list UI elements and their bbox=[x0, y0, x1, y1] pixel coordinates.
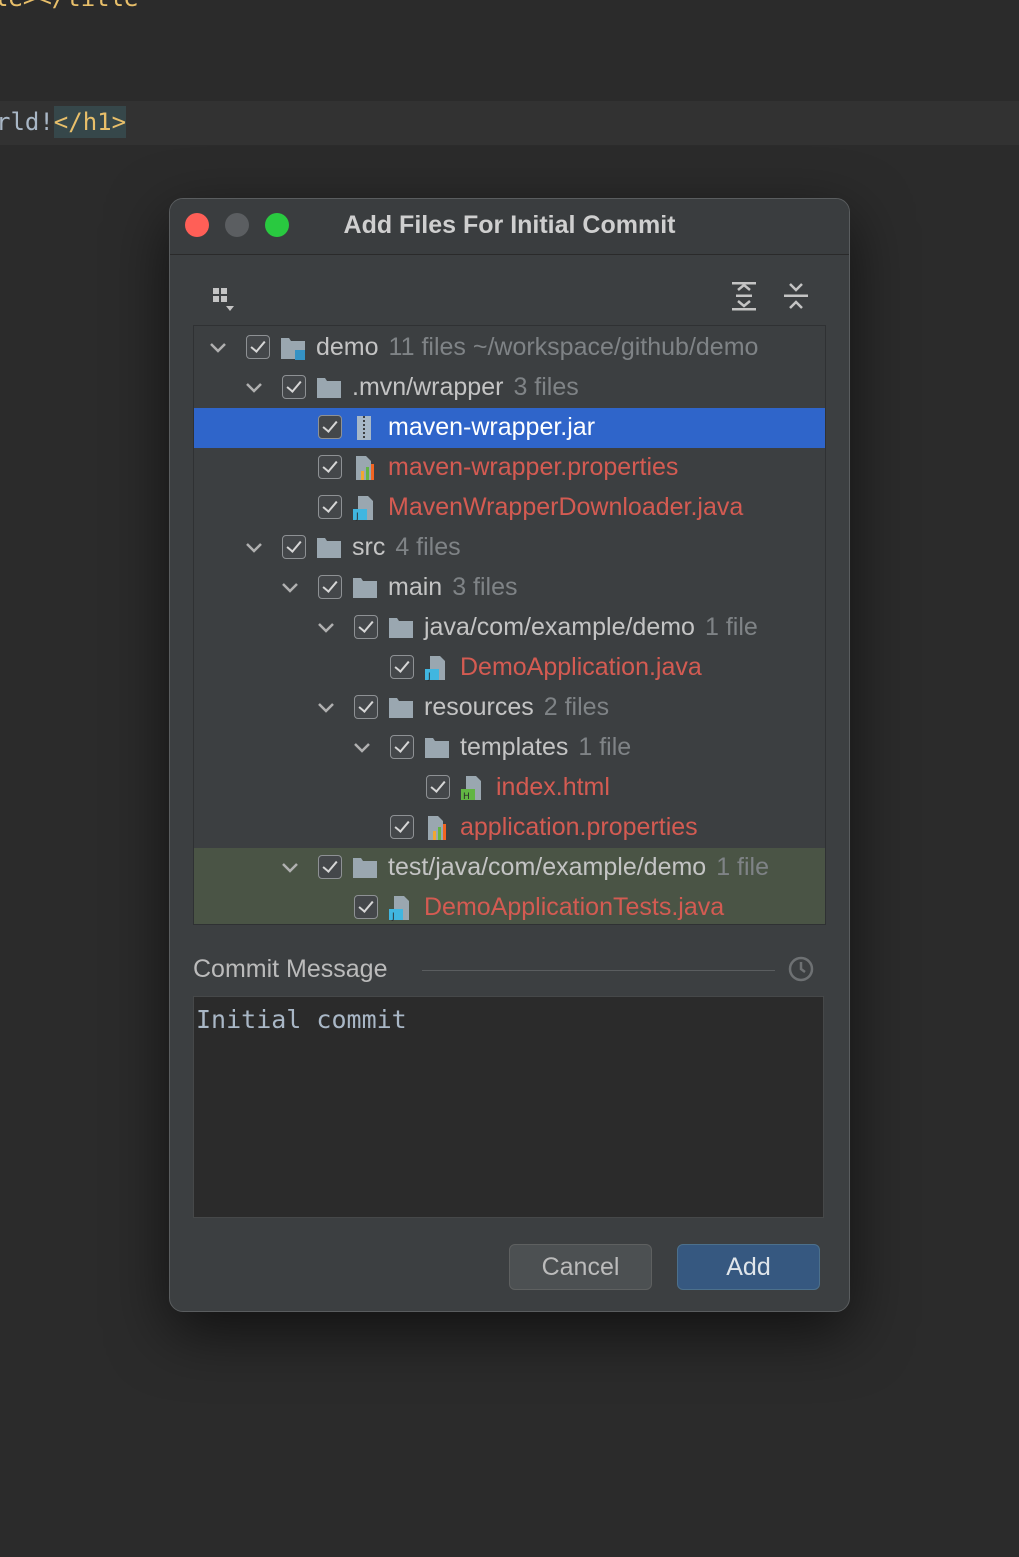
tree-row-src[interactable]: src 4 files bbox=[194, 528, 825, 568]
editor-current-line bbox=[0, 101, 1019, 145]
html-file-icon: H bbox=[461, 776, 481, 801]
tree-item-name: application.properties bbox=[460, 813, 698, 841]
java-file-icon: J bbox=[425, 656, 445, 681]
properties-file-icon bbox=[356, 456, 374, 480]
tree-item-meta: 3 files bbox=[452, 573, 518, 601]
chevron-down-icon[interactable] bbox=[206, 336, 230, 360]
tree-item-name: index.html bbox=[496, 773, 610, 801]
editor-text: rld! bbox=[0, 108, 54, 136]
folder-icon bbox=[425, 738, 449, 758]
chevron-down-icon[interactable] bbox=[278, 856, 302, 880]
separator bbox=[422, 970, 775, 971]
tree-row-test-package[interactable]: test/java/com/example/demo 1 file bbox=[194, 848, 825, 888]
folder-icon bbox=[317, 538, 341, 558]
checkbox[interactable] bbox=[282, 375, 306, 399]
tree-row-demo[interactable]: demo 11 files ~/workspace/github/demo bbox=[194, 328, 825, 368]
checkbox[interactable] bbox=[318, 575, 342, 599]
add-files-dialog: Add Files For Initial Commit demo 11 fil… bbox=[169, 198, 850, 1312]
tree-item-name: templates bbox=[460, 733, 569, 761]
properties-file-icon bbox=[428, 816, 446, 840]
tree-item-name: demo bbox=[316, 333, 379, 361]
java-file-icon: J bbox=[389, 896, 409, 921]
checkbox[interactable] bbox=[390, 815, 414, 839]
folder-icon bbox=[353, 578, 377, 598]
svg-text:J: J bbox=[355, 512, 359, 521]
chevron-down-icon[interactable] bbox=[350, 736, 374, 760]
tree-row-mvn-wrapper[interactable]: .mvn/wrapper 3 files bbox=[194, 368, 825, 408]
commit-message-input[interactable]: Initial commit bbox=[193, 996, 824, 1218]
tree-item-name: resources bbox=[424, 693, 534, 721]
tree-item-name: MavenWrapperDownloader.java bbox=[388, 493, 744, 521]
tree-row-java-package[interactable]: java/com/example/demo 1 file bbox=[194, 608, 825, 648]
clock-icon[interactable] bbox=[787, 955, 815, 983]
tree-item-name: DemoApplicationTests.java bbox=[424, 893, 725, 921]
tree-row-demo-application-tests[interactable]: J DemoApplicationTests.java bbox=[194, 888, 825, 924]
group-by-icon[interactable] bbox=[207, 282, 241, 316]
folder-icon bbox=[389, 618, 413, 638]
tree-item-name: maven-wrapper.jar bbox=[388, 413, 596, 441]
folder-icon bbox=[317, 378, 341, 398]
tree-item-name: maven-wrapper.properties bbox=[388, 453, 679, 481]
folder-icon bbox=[389, 698, 413, 718]
dialog-title: Add Files For Initial Commit bbox=[343, 211, 676, 239]
dialog-titlebar: Add Files For Initial Commit bbox=[170, 199, 849, 255]
tree-row-templates[interactable]: templates 1 file bbox=[194, 728, 825, 768]
tree-item-meta: 2 files bbox=[543, 693, 610, 721]
tree-item-meta: 3 files bbox=[513, 373, 579, 401]
tree-item-meta: 11 files ~/workspace/github/demo bbox=[388, 333, 759, 361]
chevron-down-icon[interactable] bbox=[314, 616, 338, 640]
expand-all-icon[interactable] bbox=[727, 279, 761, 313]
checkbox[interactable] bbox=[282, 535, 306, 559]
chevron-down-icon[interactable] bbox=[314, 696, 338, 720]
tree-row-application-properties[interactable]: application.properties bbox=[194, 808, 825, 848]
tree-item-meta: 4 files bbox=[395, 533, 461, 561]
tree-row-demo-application[interactable]: J DemoApplication.java bbox=[194, 648, 825, 688]
editor-tag: </h1> bbox=[53, 106, 127, 138]
checkbox[interactable] bbox=[318, 415, 342, 439]
checkbox[interactable] bbox=[354, 895, 378, 919]
tree-row-resources[interactable]: resources 2 files bbox=[194, 688, 825, 728]
tree-item-name: test/java/com/example/demo bbox=[388, 853, 707, 881]
tree-row-index-html[interactable]: H index.html bbox=[194, 768, 825, 808]
checkbox[interactable] bbox=[318, 455, 342, 479]
editor-code-fragment: le></title bbox=[0, 0, 139, 12]
tree-row-main[interactable]: main 3 files bbox=[194, 568, 825, 608]
tree-item-name: src bbox=[352, 533, 386, 561]
tree-item-name: DemoApplication.java bbox=[460, 653, 702, 681]
tree-item-name: java/com/example/demo bbox=[424, 613, 695, 641]
tree-item-meta: 1 file bbox=[716, 853, 770, 881]
collapse-all-icon[interactable] bbox=[779, 279, 813, 313]
checkbox[interactable] bbox=[318, 495, 342, 519]
checkbox[interactable] bbox=[426, 775, 450, 799]
checkbox[interactable] bbox=[390, 655, 414, 679]
editor-code-line: rld!</h1> bbox=[0, 106, 127, 138]
jar-file-icon bbox=[357, 416, 371, 440]
add-button[interactable]: Add bbox=[677, 1244, 820, 1290]
tree-row-maven-wrapper-properties[interactable]: maven-wrapper.properties bbox=[194, 448, 825, 488]
chevron-down-icon[interactable] bbox=[242, 536, 266, 560]
tree-item-name: .mvn/wrapper bbox=[352, 373, 504, 401]
checkbox[interactable] bbox=[318, 855, 342, 879]
checkbox[interactable] bbox=[246, 335, 270, 359]
checkbox[interactable] bbox=[354, 615, 378, 639]
tree-row-maven-wrapper-downloader[interactable]: J MavenWrapperDownloader.java bbox=[194, 488, 825, 528]
module-folder-icon bbox=[281, 338, 305, 360]
commit-message-text[interactable]: Initial commit bbox=[196, 1005, 407, 1034]
checkbox[interactable] bbox=[390, 735, 414, 759]
cancel-button[interactable]: Cancel bbox=[509, 1244, 652, 1290]
java-file-icon: J bbox=[353, 496, 373, 521]
tree-item-name: main bbox=[388, 573, 443, 601]
checkbox[interactable] bbox=[354, 695, 378, 719]
tree-item-meta: 1 file bbox=[578, 733, 632, 761]
svg-text:J: J bbox=[427, 672, 431, 681]
tree-row-maven-wrapper-jar[interactable]: maven-wrapper.jar bbox=[194, 408, 825, 448]
chevron-down-icon[interactable] bbox=[242, 376, 266, 400]
changes-tree[interactable]: demo 11 files ~/workspace/github/demo .mv… bbox=[193, 325, 826, 925]
svg-text:H: H bbox=[463, 792, 470, 801]
tree-item-meta: 1 file bbox=[704, 613, 758, 641]
test-folder-icon bbox=[353, 858, 377, 878]
chevron-down-icon[interactable] bbox=[278, 576, 302, 600]
svg-text:J: J bbox=[391, 912, 395, 921]
commit-message-label: Commit Message bbox=[193, 955, 388, 983]
